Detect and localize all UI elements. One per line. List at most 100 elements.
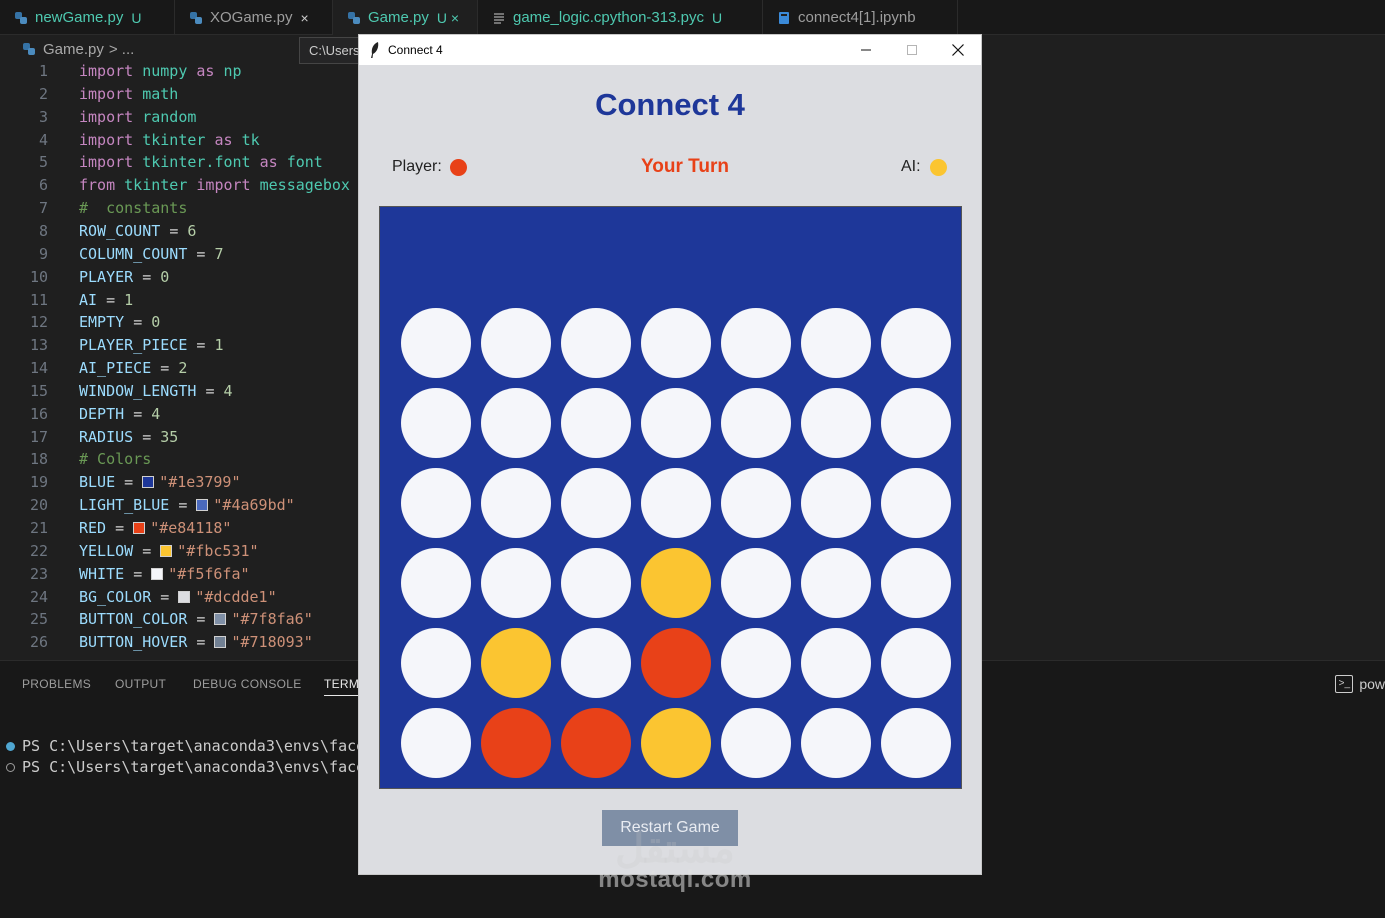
window-titlebar[interactable]: Connect 4: [359, 35, 981, 65]
code-token: as: [196, 62, 224, 80]
maximize-button[interactable]: [889, 35, 935, 65]
line-number: 11: [29, 290, 48, 309]
player-piece[interactable]: [641, 628, 711, 698]
breadcrumb-rest[interactable]: > ...: [109, 41, 134, 58]
empty-slot[interactable]: [561, 388, 631, 458]
empty-slot[interactable]: [481, 308, 551, 378]
color-swatch[interactable]: [196, 499, 209, 512]
code-token: LIGHT_BLUE: [79, 496, 179, 515]
code-token: AI_PIECE: [79, 359, 161, 378]
tab-output[interactable]: OUTPUT: [115, 677, 166, 691]
code-token: from: [79, 176, 125, 195]
empty-slot[interactable]: [721, 708, 791, 778]
empty-slot[interactable]: [801, 548, 871, 618]
breadcrumb[interactable]: Game.py > ...: [22, 38, 134, 60]
empty-slot[interactable]: [721, 628, 791, 698]
restart-button[interactable]: Restart Game: [602, 810, 738, 846]
empty-slot[interactable]: [481, 468, 551, 538]
empty-slot[interactable]: [401, 468, 471, 538]
empty-slot[interactable]: [881, 308, 951, 378]
code-token: =: [142, 267, 161, 286]
empty-slot[interactable]: [801, 308, 871, 378]
empty-slot[interactable]: [801, 468, 871, 538]
editor-tab-status[interactable]: U ×: [437, 10, 459, 26]
code-token: =: [115, 519, 134, 537]
empty-slot[interactable]: [881, 468, 951, 538]
empty-slot[interactable]: [641, 468, 711, 538]
empty-slot[interactable]: [801, 388, 871, 458]
editor-tab[interactable]: XOGame.py ×: [175, 0, 333, 35]
breadcrumb-file[interactable]: Game.py: [43, 41, 104, 58]
editor-tab[interactable]: game_logic.cpython-313.pyc U: [478, 0, 763, 35]
empty-slot[interactable]: [561, 628, 631, 698]
empty-slot[interactable]: [721, 548, 791, 618]
minimize-button[interactable]: [843, 35, 889, 65]
editor-tab-status[interactable]: ×: [301, 10, 309, 26]
empty-slot[interactable]: [881, 628, 951, 698]
terminal-shell-selector[interactable]: >_ pow: [1335, 675, 1385, 693]
connect4-window: Connect 4 Connect 4 Player: Your Turn AI…: [358, 34, 982, 875]
code-token: =: [142, 541, 161, 560]
code-token: EMPTY: [79, 313, 134, 332]
line-number: 7: [38, 199, 48, 218]
color-swatch[interactable]: [160, 544, 173, 557]
empty-slot[interactable]: [481, 548, 551, 618]
editor-tab[interactable]: Game.py U ×: [333, 0, 478, 35]
tab-debug-console[interactable]: DEBUG CONSOLE: [193, 677, 302, 691]
ai-piece[interactable]: [481, 628, 551, 698]
empty-slot[interactable]: [801, 708, 871, 778]
empty-slot[interactable]: [641, 308, 711, 378]
code-token: =: [124, 473, 143, 492]
line-number: 6: [38, 176, 48, 195]
close-button[interactable]: [935, 35, 981, 65]
empty-slot[interactable]: [401, 628, 471, 698]
empty-slot[interactable]: [401, 548, 471, 618]
empty-slot[interactable]: [401, 308, 471, 378]
code-text: PLAYER = 0: [79, 266, 169, 288]
window-title: Connect 4: [388, 43, 443, 57]
empty-slot[interactable]: [721, 468, 791, 538]
color-swatch[interactable]: [133, 522, 146, 534]
code-text: WHITE = "#f5f6fa": [79, 563, 250, 585]
code-token: 7: [214, 244, 224, 263]
code-token: tkinter: [124, 176, 197, 195]
empty-slot[interactable]: [721, 308, 791, 378]
color-swatch[interactable]: [214, 613, 227, 626]
color-swatch[interactable]: [178, 590, 191, 603]
empty-slot[interactable]: [561, 308, 631, 378]
editor-tab[interactable]: connect4[1].ipynb: [763, 0, 958, 35]
code-token: 1: [124, 290, 134, 309]
color-swatch[interactable]: [214, 636, 227, 649]
empty-slot[interactable]: [801, 628, 871, 698]
empty-slot[interactable]: [881, 388, 951, 458]
empty-slot[interactable]: [561, 468, 631, 538]
terminal-icon: >_: [1335, 675, 1354, 693]
color-swatch[interactable]: [151, 567, 164, 580]
empty-slot[interactable]: [561, 548, 631, 618]
line-number: 22: [29, 541, 48, 560]
tab-problems[interactable]: PROBLEMS: [22, 677, 91, 691]
code-token: =: [160, 587, 179, 606]
empty-slot[interactable]: [401, 388, 471, 458]
empty-slot[interactable]: [401, 708, 471, 778]
empty-slot[interactable]: [881, 708, 951, 778]
empty-slot[interactable]: [641, 388, 711, 458]
player-piece[interactable]: [481, 708, 551, 778]
line-number: 2: [38, 84, 48, 103]
line-number: 26: [29, 633, 48, 652]
player-color-indicator: [450, 159, 467, 176]
ai-piece[interactable]: [641, 548, 711, 618]
empty-slot[interactable]: [881, 548, 951, 618]
code-text: import random: [79, 106, 196, 128]
empty-slot[interactable]: [481, 388, 551, 458]
ai-piece[interactable]: [641, 708, 711, 778]
code-token: tkinter.font: [142, 153, 260, 172]
line-number: 8: [38, 221, 48, 240]
code-token: ROW_COUNT: [79, 221, 170, 240]
empty-slot[interactable]: [721, 388, 791, 458]
editor-tab[interactable]: newGame.py U: [0, 0, 175, 35]
color-swatch[interactable]: [142, 476, 155, 489]
game-board[interactable]: [379, 206, 962, 789]
code-text: WINDOW_LENGTH = 4: [79, 380, 233, 402]
player-piece[interactable]: [561, 708, 631, 778]
